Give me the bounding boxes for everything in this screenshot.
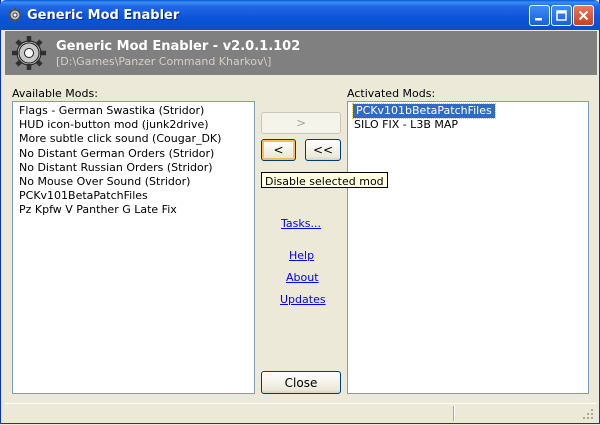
app-header: Generic Mod Enabler - v2.0.1.102 [D:\Gam… [5,31,597,75]
status-divider [453,406,455,421]
resize-grip-icon[interactable] [582,408,594,420]
available-mods-list[interactable]: Flags - German Swastika (Stridor) HUD ic… [12,101,255,394]
enable-mod-button[interactable]: > [261,112,341,134]
list-item[interactable]: Flags - German Swastika (Stridor) [18,104,254,118]
close-icon [578,10,589,21]
list-item[interactable]: HUD icon-button mod (junk2drive) [18,118,254,132]
close-button[interactable]: Close [261,371,341,394]
list-item[interactable]: No Mouse Over Sound (Stridor) [18,175,254,189]
close-window-button[interactable] [573,5,594,26]
title-bar[interactable]: Generic Mod Enabler [0,0,600,30]
game-path: [D:\Games\Panzer Command Kharkov\] [56,55,272,68]
updates-link[interactable]: Updates [280,293,326,306]
gear-icon [12,36,46,70]
disable-mod-button[interactable]: < [261,139,296,161]
about-link[interactable]: About [286,271,319,284]
gear-icon [7,7,23,23]
minimize-icon [535,18,542,21]
list-item[interactable]: SILO FIX - L3B MAP [353,118,588,132]
status-bar [5,403,596,422]
maximize-icon [556,10,567,21]
maximize-button[interactable] [551,5,572,26]
list-item-selected[interactable]: PCKv101bBetaPatchFiles [352,102,496,120]
minimize-button[interactable] [529,5,550,26]
list-item[interactable]: No Distant German Orders (Stridor) [18,147,254,161]
list-item[interactable]: No Distant Russian Orders (Stridor) [18,161,254,175]
tooltip: Disable selected mod [261,172,388,188]
disable-all-button[interactable]: << [305,139,341,161]
help-link[interactable]: Help [289,249,314,262]
available-mods-label: Available Mods: [12,87,98,100]
app-title: Generic Mod Enabler - v2.0.1.102 [56,39,301,54]
list-item[interactable]: PCKv101BetaPatchFiles [18,189,254,203]
window-title: Generic Mod Enabler [27,8,180,23]
tasks-link[interactable]: Tasks... [281,217,321,230]
list-item[interactable]: Pz Kpfw V Panther G Late Fix [18,203,254,217]
activated-mods-list[interactable]: PCKv101bBetaPatchFiles SILO FIX - L3B MA… [347,101,589,394]
list-item[interactable]: More subtle click sound (Cougar_DK) [18,132,254,146]
main-window: Generic Mod Enabler Generic Mod Enabler [0,0,600,424]
activated-mods-label: Activated Mods: [347,87,436,100]
